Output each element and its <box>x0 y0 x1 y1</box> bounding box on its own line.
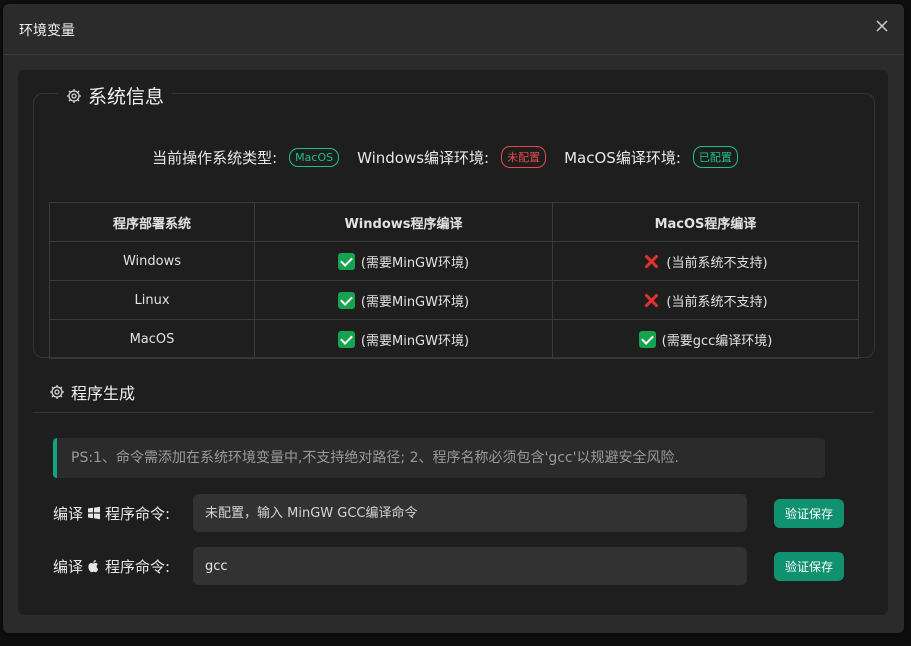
apple-icon <box>88 560 99 573</box>
system-info-heading: 系统信息 <box>58 82 173 109</box>
content-panel: 当前操作系统类型: MacOS Windows编译环境: 未配置 MacOS编译… <box>18 70 888 615</box>
macos-command-label: 编译 程序命令: <box>53 556 193 577</box>
notice-banner: PS:1、命令需添加在系统环境变量中,不支持绝对路径; 2、程序名称必须包含'g… <box>53 438 825 478</box>
check-icon <box>337 252 355 270</box>
cell-note: (需要MinGW环境) <box>360 333 470 349</box>
table-row: Linux (需要MinGW环境) (当前系统不支持) <box>49 280 859 320</box>
os-type-badge: MacOS <box>289 147 340 167</box>
dialog-title: 环境变量 <box>19 23 75 39</box>
table-row: MacOS (需要MinGW环境) (需要gcc编译环境) <box>49 319 859 359</box>
system-cell: Linux <box>49 280 255 320</box>
macos-compile-cell: (当前系统不支持) <box>552 280 859 320</box>
cell-note: (当前系统不支持) <box>666 294 768 310</box>
os-type-label: 当前操作系统类型: <box>152 148 278 167</box>
section-title: 系统信息 <box>88 86 165 108</box>
close-icon[interactable] <box>874 18 890 34</box>
windows-compile-cell: (需要MinGW环境) <box>254 241 553 281</box>
system-cell: MacOS <box>49 319 255 359</box>
table-header: MacOS程序编译 <box>552 202 859 242</box>
label-suffix: 程序命令: <box>105 504 171 523</box>
table-header: Windows程序编译 <box>254 202 553 242</box>
divider <box>33 412 873 413</box>
program-gen-heading: 程序生成 <box>49 380 135 404</box>
macos-env-label: MacOS编译环境: <box>564 148 681 167</box>
macos-command-input[interactable] <box>193 547 747 585</box>
check-icon <box>337 330 355 348</box>
gear-icon <box>50 385 64 399</box>
cross-icon <box>643 253 660 270</box>
windows-compile-cell: (需要MinGW环境) <box>254 280 553 320</box>
windows-env-status-badge: 未配置 <box>501 146 547 168</box>
system-cell: Windows <box>49 241 255 281</box>
windows-command-input[interactable] <box>193 494 747 532</box>
check-icon <box>337 291 355 309</box>
windows-env-label: Windows编译环境: <box>357 148 490 167</box>
cell-note: (需要MinGW环境) <box>360 255 470 271</box>
macos-command-row: 编译 程序命令: 验证保存 <box>53 547 844 585</box>
label-prefix: 编译 <box>53 504 84 523</box>
macos-env-status-badge: 已配置 <box>692 146 738 168</box>
windows-icon <box>88 506 101 520</box>
label-prefix: 编译 <box>53 557 84 576</box>
cross-icon <box>643 292 660 309</box>
dialog-header: 环境变量 <box>3 4 904 55</box>
compile-support-table: 程序部署系统 Windows程序编译 MacOS程序编译 Windows (需要… <box>49 202 859 359</box>
windows-command-row: 编译 程序命令: 验证保存 <box>53 494 844 532</box>
cell-note: (当前系统不支持) <box>666 255 768 271</box>
section-title: 程序生成 <box>71 384 136 403</box>
cell-note: (需要MinGW环境) <box>360 294 470 310</box>
check-icon <box>638 330 656 348</box>
windows-save-button[interactable]: 验证保存 <box>774 498 844 528</box>
macos-compile-cell: (当前系统不支持) <box>552 241 859 281</box>
system-info-box: 当前操作系统类型: MacOS Windows编译环境: 未配置 MacOS编译… <box>33 93 875 359</box>
gear-icon <box>67 88 81 103</box>
table-row: Windows (需要MinGW环境) (当前系统不支持) <box>49 241 859 281</box>
table-header: 程序部署系统 <box>49 202 255 242</box>
os-status-line: 当前操作系统类型: MacOS Windows编译环境: 未配置 MacOS编译… <box>34 146 874 168</box>
table-header-row: 程序部署系统 Windows程序编译 MacOS程序编译 <box>49 202 859 242</box>
macos-compile-cell: (需要gcc编译环境) <box>552 319 859 359</box>
cell-note: (需要gcc编译环境) <box>661 333 773 349</box>
label-suffix: 程序命令: <box>105 557 171 576</box>
windows-command-label: 编译 程序命令: <box>53 503 193 524</box>
env-variables-dialog: 环境变量 当前操作系统类型: MacOS Windows编译环境: 未配置 Ma… <box>3 4 904 633</box>
windows-compile-cell: (需要MinGW环境) <box>254 319 553 359</box>
macos-save-button[interactable]: 验证保存 <box>774 551 844 581</box>
